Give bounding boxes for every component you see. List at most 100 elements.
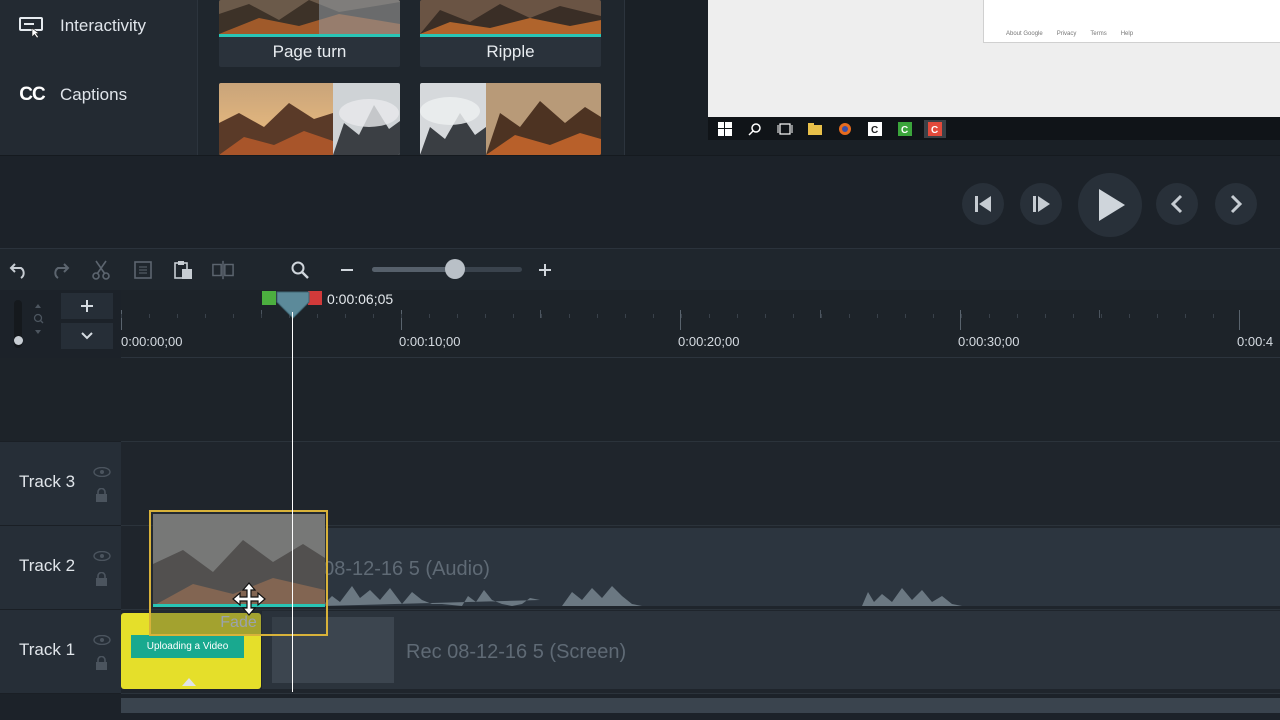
sidebar-item-interactivity[interactable]: Interactivity xyxy=(18,14,146,38)
ruler-time-label: 0:00:10;00 xyxy=(399,334,461,349)
empty-track-area[interactable] xyxy=(121,358,1280,442)
clip-title: Rec 08-12-16 5 (Screen) xyxy=(406,641,627,663)
ruler-minor-tick xyxy=(541,314,542,318)
timeline-scrollbar[interactable] xyxy=(121,698,1280,713)
ruler-time-label: 0:00:00;00 xyxy=(121,334,183,349)
play-button[interactable] xyxy=(1078,173,1142,237)
playback-area xyxy=(0,155,1280,248)
transition-accent-bar xyxy=(219,34,400,37)
lock-icon[interactable] xyxy=(95,487,108,508)
previous-button[interactable] xyxy=(1156,183,1198,225)
redo-icon[interactable] xyxy=(49,259,71,281)
ruler-minor-tick xyxy=(1157,314,1158,318)
move-cursor-icon xyxy=(232,582,266,621)
preview-taskbar: C C C xyxy=(708,117,1280,140)
footer-link: Help xyxy=(1120,31,1134,37)
ruler-minor-tick xyxy=(653,314,654,318)
task-view-icon xyxy=(774,120,796,138)
transition-label: Ripple xyxy=(486,42,535,61)
empty-track-header xyxy=(0,358,121,442)
transition-tile-page-turn[interactable]: Page turn xyxy=(219,0,400,67)
add-track-button[interactable] xyxy=(61,293,113,319)
track-name: Track 3 xyxy=(19,472,76,491)
magnify-small-icon xyxy=(32,302,44,343)
visibility-icon[interactable] xyxy=(93,464,111,482)
svg-text:C: C xyxy=(871,125,878,136)
cut-icon[interactable] xyxy=(90,259,112,281)
ruler-minor-tick xyxy=(849,314,850,318)
play-icon xyxy=(1099,189,1125,221)
transition-label: Page turn xyxy=(272,42,347,61)
ruler-minor-tick xyxy=(569,314,570,318)
ruler-minor-tick xyxy=(625,314,626,318)
ruler-time-label: 0:00:20;00 xyxy=(678,334,740,349)
zoom-in-icon[interactable] xyxy=(534,259,556,281)
lock-icon[interactable] xyxy=(95,655,108,676)
visibility-icon[interactable] xyxy=(93,548,111,566)
interactivity-icon xyxy=(18,14,46,38)
transitions-panel: Page turn Ripple xyxy=(197,0,625,155)
ruler-tick xyxy=(400,310,402,330)
ruler-minor-tick xyxy=(933,314,934,318)
ruler-minor-tick xyxy=(513,314,514,318)
visibility-icon[interactable] xyxy=(93,632,111,650)
ruler-minor-tick xyxy=(709,314,710,318)
ruler-tick xyxy=(680,310,681,330)
ruler-minor-tick xyxy=(373,314,374,318)
ruler-tick xyxy=(1239,310,1240,330)
paste-icon[interactable] xyxy=(172,259,194,281)
next-button[interactable] xyxy=(1215,183,1257,225)
ruler-minor-tick xyxy=(149,314,150,318)
transition-thumbnail xyxy=(420,83,601,155)
ruler-minor-tick xyxy=(317,314,318,318)
ruler-minor-tick xyxy=(261,314,262,318)
footer-link: Privacy xyxy=(1056,31,1077,37)
transition-tile[interactable] xyxy=(219,83,400,155)
ruler-tick xyxy=(959,310,961,330)
ruler-minor-tick xyxy=(205,314,206,318)
split-icon[interactable] xyxy=(212,259,234,281)
zoom-out-icon[interactable] xyxy=(336,259,358,281)
zoom-slider-fill xyxy=(372,267,455,272)
ruler-minor-tick xyxy=(1129,314,1130,318)
ruler-time-label: 0:00:30;00 xyxy=(958,334,1020,349)
track-header-2[interactable]: Track 2 xyxy=(0,526,121,610)
copy-icon[interactable] xyxy=(132,259,154,281)
ruler-minor-tick xyxy=(177,314,178,318)
app-icon: C xyxy=(864,120,886,138)
playhead-handle[interactable] xyxy=(275,290,311,320)
track-height-handle[interactable] xyxy=(14,336,23,345)
step-forward-icon xyxy=(1033,196,1050,212)
ruler-minor-tick xyxy=(961,314,962,318)
ruler-minor-tick xyxy=(597,314,598,318)
ruler-minor-tick xyxy=(793,314,794,318)
firefox-icon xyxy=(834,120,856,138)
search-icon[interactable] xyxy=(289,259,311,281)
ruler-minor-tick xyxy=(1185,314,1186,318)
playhead-in-point[interactable] xyxy=(262,291,276,305)
undo-icon[interactable] xyxy=(8,259,30,281)
chevron-right-icon xyxy=(1230,194,1243,214)
ruler-minor-tick xyxy=(905,314,906,318)
step-back-button[interactable] xyxy=(962,183,1004,225)
screen-clip[interactable]: Rec 08-12-16 5 (Screen) xyxy=(262,611,1280,689)
transition-tile-ripple[interactable]: Ripple xyxy=(420,0,601,67)
chevron-left-icon xyxy=(1170,194,1183,214)
zoom-slider-handle[interactable] xyxy=(444,259,465,279)
ruler-minor-tick xyxy=(1101,314,1102,318)
collapse-tracks-button[interactable] xyxy=(61,323,113,349)
audio-clip[interactable]: Rec 08-12-16 5 (Audio) xyxy=(262,528,1280,606)
timeline-toolbar xyxy=(0,248,1280,290)
playhead-time: 0:00:06;05 xyxy=(327,291,394,307)
ruler-tick xyxy=(121,310,122,330)
track-header-1[interactable]: Track 1 xyxy=(0,610,121,694)
step-forward-button[interactable] xyxy=(1020,183,1062,225)
footer-link: Terms xyxy=(1090,31,1107,37)
playhead-line xyxy=(292,312,293,692)
ruler-minor-tick xyxy=(681,314,682,318)
lock-icon[interactable] xyxy=(95,571,108,592)
track-header-3[interactable]: Track 3 xyxy=(0,442,121,526)
transition-tile[interactable] xyxy=(420,83,601,155)
sidebar-item-captions[interactable]: CC Captions xyxy=(18,83,127,107)
ruler-minor-tick xyxy=(345,314,346,318)
